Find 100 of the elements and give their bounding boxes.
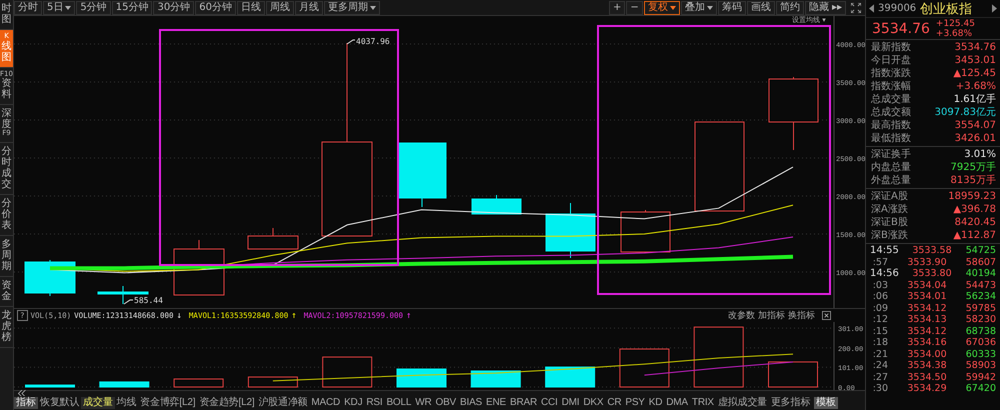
indicator-tab[interactable]: 资金趋势[L2] [197, 397, 256, 409]
stat-value: ▲396.78 [953, 203, 996, 216]
candlestick [398, 142, 446, 208]
indicator-tab[interactable]: MACD [309, 397, 342, 409]
toolbar-button[interactable]: 画线 [746, 0, 775, 14]
toolbar-button[interactable]: 简约 [776, 0, 804, 14]
sidebar-tab[interactable]: 分价表 [0, 195, 13, 236]
period-tab[interactable]: 60分钟 [195, 0, 236, 14]
trade-volume: 54725 [964, 245, 997, 256]
indicator-action-link[interactable]: 加指标 [758, 309, 785, 322]
indicator-tab[interactable]: PSY [623, 397, 647, 409]
indicator-tab[interactable]: BIAS [458, 397, 484, 409]
indicator-tab[interactable]: CCI [538, 397, 560, 409]
trade-price: 3533.58 [911, 245, 953, 256]
trade-price: 3534.38 [906, 360, 948, 372]
indicator-tab[interactable]: KDJ [342, 397, 364, 409]
trend-arrow: ↑ [406, 310, 412, 320]
close-icon[interactable] [822, 311, 831, 320]
indicator-tab[interactable]: KD [646, 397, 664, 409]
trade-price: 3534.00 [906, 348, 948, 360]
indicator-tab[interactable]: WR [413, 397, 434, 409]
toolbar-button[interactable]: 叠加 [680, 0, 717, 14]
trade-time: :18 [872, 337, 889, 348]
toolbar-button[interactable]: + [609, 0, 626, 14]
period-tab[interactable]: 15分钟 [112, 0, 152, 14]
period-tab[interactable]: 更多周期 [324, 0, 380, 14]
trade-time: :12 [872, 314, 889, 326]
toolbar-button[interactable]: − [626, 0, 643, 14]
period-tab[interactable]: 周线 [266, 0, 294, 14]
next-arrow-icon[interactable] [992, 4, 997, 13]
trade-time: :30 [872, 383, 889, 394]
trade-time: :03 [872, 280, 889, 291]
indicator-tab[interactable]: ENE [484, 397, 508, 409]
stat-label: 深B涨跌 [871, 229, 908, 242]
candlestick [620, 210, 670, 252]
sidebar-tab[interactable]: 资金 [0, 277, 13, 308]
indicator-tab[interactable]: 更多指标 [768, 397, 812, 409]
sidebar-tab[interactable]: 多周期 [0, 236, 13, 278]
indicator-tab[interactable]: TRIX [690, 397, 716, 409]
candlestick [24, 260, 76, 296]
trade-price: 3534.29 [906, 383, 948, 394]
indicator-tab[interactable]: 虚拟成交量 [716, 397, 769, 409]
indicator-action-link[interactable]: 换指标 [788, 309, 815, 322]
indicator-tab[interactable]: DKX [581, 397, 606, 409]
indicator-tab[interactable]: 资金博弈[L2] [138, 397, 198, 409]
stat-label: 内盘总量 [871, 161, 911, 174]
leader-line [124, 300, 134, 304]
period-tab[interactable]: 5分钟 [76, 0, 111, 14]
toolbar-button[interactable]: 筹码 [718, 0, 746, 14]
stat-value: 8420.45 [954, 216, 996, 229]
trade-price: 3534.50 [906, 372, 948, 383]
stat-value: 3554.07 [954, 119, 996, 132]
price-annotation: 585.44 [134, 296, 163, 305]
trade-volume: 58607 [964, 256, 997, 268]
trade-time: :09 [872, 302, 889, 314]
indicator-tab[interactable]: RSI [364, 397, 384, 409]
trade-time: :15 [872, 326, 889, 337]
indicator-tab[interactable]: 成交量 [81, 397, 115, 409]
trade-volume: 58230 [964, 314, 997, 326]
sidebar-tab[interactable]: 分时成交 [0, 143, 13, 196]
trade-volume: 59942 [964, 372, 997, 383]
indicator-tab[interactable]: BOLL [384, 397, 414, 409]
trade-price: 3534.04 [906, 280, 948, 291]
indicator-tab[interactable]: 沪股通净额 [256, 397, 310, 409]
trade-time: :21 [872, 348, 889, 360]
trade-time: 14:56 [869, 268, 900, 280]
toolbar-button[interactable]: 复权 [644, 0, 680, 14]
trend-arrow: ↓ [176, 310, 182, 320]
indicator-tab[interactable]: 恢复默认 [38, 397, 82, 409]
stat-label: 今日开盘 [871, 54, 911, 67]
indicator-tab[interactable]: BRAR [508, 397, 539, 409]
collapse-icon[interactable] [17, 390, 27, 397]
period-tab[interactable]: 5日 [43, 0, 76, 14]
indicator-tab[interactable]: OBV [434, 397, 458, 409]
period-tab[interactable]: 月线 [294, 0, 323, 14]
stat-value: 3426.01 [954, 132, 996, 145]
indicator-tab[interactable]: 均线 [114, 397, 138, 409]
candlestick [472, 194, 522, 214]
trade-price: 3534.12 [906, 302, 948, 314]
trade-volume: 60333 [964, 348, 997, 360]
trade-volume: 40194 [964, 268, 997, 280]
trade-volume: 67036 [964, 337, 997, 348]
template-button[interactable]: 模板 [814, 397, 838, 409]
trade-time: :24 [872, 360, 889, 372]
period-tab[interactable]: 日线 [236, 0, 265, 14]
sidebar-tab[interactable]: 龙虎榜 [0, 307, 13, 348]
period-tab[interactable]: 30分钟 [153, 0, 194, 14]
toolbar-button[interactable]: 隐藏 ▸▸ [804, 0, 846, 14]
trade-volume: 54473 [964, 280, 997, 291]
trade-price: 3534.12 [906, 326, 948, 337]
indicator-action-link[interactable]: 改参数 [728, 309, 755, 322]
indicator-tab[interactable]: CR [605, 397, 624, 409]
index-code: 399006 [878, 3, 916, 14]
period-tab[interactable]: 分时 [14, 0, 42, 14]
indicator-tab[interactable]: DMI [560, 397, 582, 409]
stat-label: 指数涨跌 [871, 67, 911, 80]
indicator-tab[interactable]: DMA [664, 397, 690, 409]
price-change: +125.45 [936, 18, 975, 28]
fullscreen-icon[interactable] [851, 2, 861, 12]
previous-arrow-icon[interactable] [869, 4, 874, 13]
